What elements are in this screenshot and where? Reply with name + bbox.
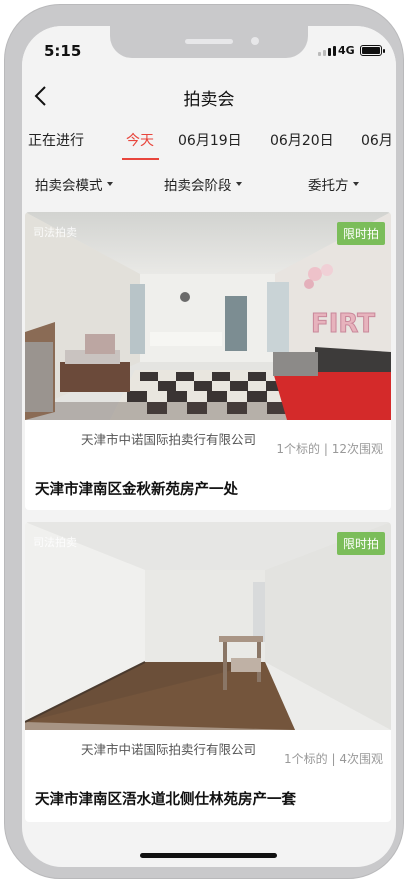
filter-label: 拍卖会阶段 bbox=[164, 178, 232, 194]
listing-stats: 1个标的 | 4次围观 bbox=[284, 752, 383, 766]
filter-label: 拍卖会模式 bbox=[35, 178, 103, 194]
listing-title[interactable]: 天津市津南区金秋新苑房产一处 bbox=[35, 478, 238, 499]
caret-down-icon bbox=[235, 182, 242, 186]
judicial-auction-badge: 司法拍卖 bbox=[33, 536, 77, 549]
auction-house-name: 天津市中诺国际拍卖行有限公司 bbox=[81, 742, 257, 757]
auction-card[interactable]: 司法拍卖 限时拍 天津市中诺国际拍卖行有限公司 1个标的 | 4次围观 天津市津… bbox=[25, 522, 391, 822]
network-type: 4G bbox=[338, 44, 355, 57]
filter-auction-mode[interactable]: 拍卖会模式 bbox=[35, 174, 113, 194]
speaker bbox=[185, 39, 233, 44]
filter-consignor[interactable]: 委托方 bbox=[308, 174, 359, 194]
device-frame: 5:15 4G 拍卖会 正在进行 今天 06月19日 06月20日 06月 拍卖… bbox=[4, 4, 404, 879]
caret-down-icon bbox=[352, 182, 359, 186]
active-tab-indicator bbox=[122, 158, 159, 160]
listing-title[interactable]: 天津市津南区浯水道北侧仕林苑房产一套 bbox=[35, 788, 296, 809]
filter-row: 拍卖会模式 拍卖会阶段 委托方 bbox=[22, 162, 396, 202]
tab-june-20[interactable]: 06月20日 bbox=[270, 130, 334, 150]
auction-house-name: 天津市中诺国际拍卖行有限公司 bbox=[81, 432, 257, 447]
signal-icon bbox=[318, 46, 336, 56]
status-time: 5:15 bbox=[44, 42, 82, 60]
app-screen: 5:15 4G 拍卖会 正在进行 今天 06月19日 06月20日 06月 拍卖… bbox=[22, 26, 396, 867]
auction-card[interactable]: FIRT 司法拍卖 限时拍 天津市中诺国际拍卖行有限公司 1个标的 | 12次围… bbox=[25, 212, 391, 510]
caret-down-icon bbox=[106, 182, 113, 186]
property-photo: FIRT 司法拍卖 限时拍 bbox=[25, 212, 391, 420]
property-photo: 司法拍卖 限时拍 bbox=[25, 522, 391, 730]
home-indicator[interactable] bbox=[140, 853, 277, 858]
filter-label: 委托方 bbox=[308, 178, 349, 194]
notch bbox=[110, 26, 308, 58]
date-tabs: 正在进行 今天 06月19日 06月20日 06月 bbox=[22, 118, 396, 162]
front-camera bbox=[251, 37, 259, 45]
svg-text:FIRT: FIRT bbox=[311, 309, 375, 339]
tab-june-19[interactable]: 06月19日 bbox=[178, 130, 242, 150]
judicial-auction-badge: 司法拍卖 bbox=[33, 226, 77, 239]
page-title: 拍卖会 bbox=[183, 90, 235, 110]
navigation-bar: 拍卖会 bbox=[22, 74, 396, 118]
tab-june-more[interactable]: 06月 bbox=[361, 130, 393, 150]
tab-today[interactable]: 今天 bbox=[126, 130, 154, 150]
limited-time-badge: 限时拍 bbox=[336, 532, 385, 555]
status-bar: 5:15 4G bbox=[22, 26, 396, 74]
tab-ongoing[interactable]: 正在进行 bbox=[28, 130, 84, 150]
filter-auction-stage[interactable]: 拍卖会阶段 bbox=[164, 174, 242, 194]
battery-icon bbox=[360, 45, 385, 56]
listing-stats: 1个标的 | 12次围观 bbox=[276, 442, 383, 456]
limited-time-badge: 限时拍 bbox=[336, 222, 385, 245]
